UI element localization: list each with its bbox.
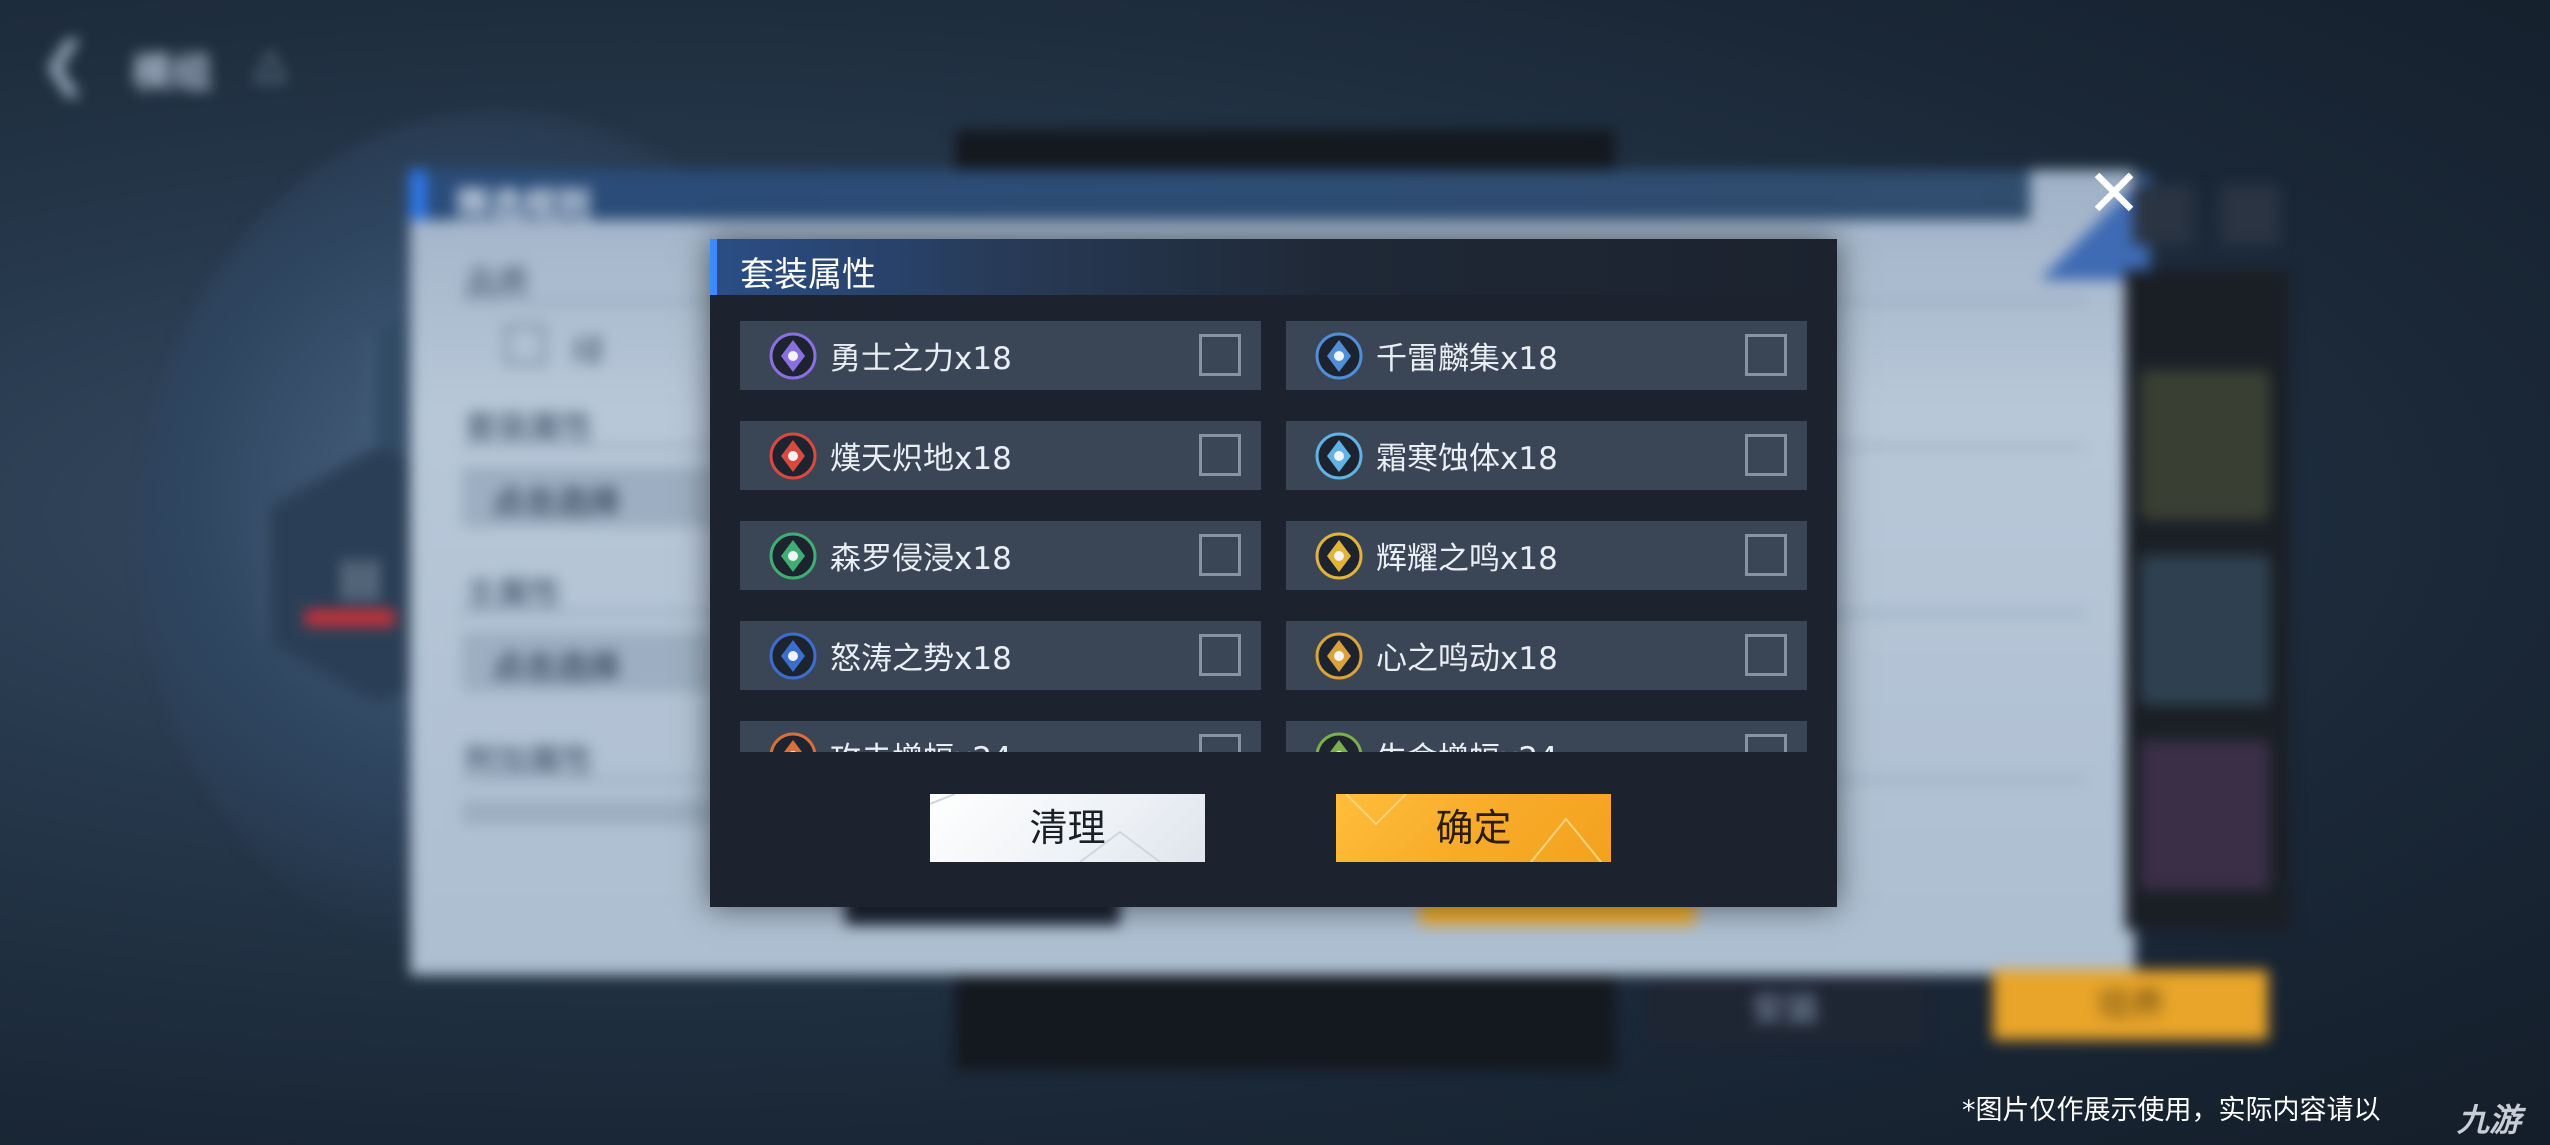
- module-item: [2140, 370, 2270, 520]
- set-option[interactable]: 怒涛之势x18: [740, 621, 1261, 690]
- confirm-button[interactable]: 确定: [1336, 794, 1611, 862]
- clear-button[interactable]: 清理: [930, 794, 1205, 862]
- frost-erosion-icon: [1315, 432, 1363, 479]
- set-option-checkbox[interactable]: [1745, 634, 1787, 676]
- close-icon[interactable]: ✕: [2084, 161, 2144, 227]
- confirm-button-label: 确定: [1435, 806, 1512, 850]
- filter-label-extra: 附加属性: [465, 741, 594, 779]
- set-option[interactable]: 千雷麟集x18: [1286, 321, 1807, 390]
- clear-button-label: 清理: [1029, 806, 1106, 850]
- set-option-checkbox[interactable]: [1745, 534, 1787, 576]
- dialog-title: 套装属性: [740, 255, 876, 295]
- module-item: [2140, 740, 2270, 890]
- set-option-label: 霜寒蚀体x18: [1376, 441, 1558, 477]
- life-boost-icon: [1315, 732, 1363, 752]
- attack-boost-icon: [769, 732, 817, 752]
- dialog-header-accent: [710, 239, 717, 295]
- filter-icon: [2220, 185, 2280, 245]
- set-option-label: 勇士之力x18: [830, 341, 1012, 377]
- set-option[interactable]: 森罗侵浸x18: [740, 521, 1261, 590]
- hex-level-icon: |||: [340, 555, 381, 601]
- option-list-viewport[interactable]: 勇士之力x18 千雷麟集x18 熯天炽地x18 霜寒蚀体x18 森罗侵浸x18 辉耀之鸣x…: [740, 321, 1807, 752]
- set-option-checkbox[interactable]: [1745, 434, 1787, 476]
- set-option[interactable]: 霜寒蚀体x18: [1286, 421, 1807, 490]
- quality-green-label: 绿: [572, 332, 605, 370]
- filter-label-main: 主属性: [465, 574, 562, 612]
- site-watermark: 九游: [2457, 1101, 2522, 1139]
- dialog-header: [710, 239, 1837, 295]
- set-option-label: 辉耀之鸣x18: [1376, 541, 1558, 577]
- set-option-label: 心之鸣动x18: [1376, 641, 1558, 677]
- set-option-checkbox[interactable]: [1745, 334, 1787, 376]
- set-option[interactable]: 勇士之力x18: [740, 321, 1261, 390]
- raging-wave-icon: [769, 632, 817, 679]
- blazing-sky-icon: [769, 432, 817, 479]
- set-option[interactable]: 熯天炽地x18: [740, 421, 1261, 490]
- set-select: 点击选择: [462, 467, 712, 527]
- filter-label-set: 套装属性: [465, 408, 594, 446]
- set-option[interactable]: 心之鸣动x18: [1286, 621, 1807, 690]
- filter-panel-accent: [410, 170, 426, 220]
- filter-panel-title: 筛选规则: [455, 185, 591, 225]
- set-option[interactable]: 辉耀之鸣x18: [1286, 521, 1807, 590]
- extra-select: [462, 800, 712, 825]
- filter-panel-header: [410, 170, 2030, 220]
- heart-resonance-icon: [1315, 632, 1363, 679]
- quality-checkbox: [505, 325, 545, 365]
- warrior-power-icon: [769, 332, 817, 379]
- set-attribute-dialog: 套装属性 勇士之力x18 千雷麟集x18 熯天炽地x18 霜寒蚀体x18 森罗侵浸x18…: [710, 239, 1837, 907]
- disclaimer-note: *图片仅作展示使用，实际内容请以: [1962, 1095, 2381, 1126]
- set-option-checkbox[interactable]: [1199, 534, 1241, 576]
- hierarchy-icon: △: [255, 40, 286, 86]
- hex-red-bar: [305, 610, 395, 626]
- set-option-label: 森罗侵浸x18: [830, 541, 1012, 577]
- back-arrow-icon: ❮: [40, 29, 89, 97]
- install-button: 安装: [1648, 978, 1923, 1043]
- forest-infiltration-icon: [769, 532, 817, 579]
- cultivate-button: 培养: [1993, 970, 2268, 1040]
- nav-title: 模组: [132, 50, 212, 96]
- set-option[interactable]: 攻击增幅x24: [740, 721, 1261, 752]
- set-option-checkbox[interactable]: [1199, 334, 1241, 376]
- set-option-checkbox[interactable]: [1745, 734, 1787, 752]
- main-select: 点击选择: [462, 632, 712, 692]
- module-item: [2140, 555, 2270, 705]
- set-option-checkbox[interactable]: [1199, 434, 1241, 476]
- set-option[interactable]: 生命增幅x24: [1286, 721, 1807, 752]
- thunder-gather-icon: [1315, 332, 1363, 379]
- set-option-label: 怒涛之势x18: [830, 641, 1012, 677]
- set-option-checkbox[interactable]: [1199, 634, 1241, 676]
- filter-label-quality: 品质: [465, 263, 530, 301]
- set-option-label: 攻击增幅x24: [830, 733, 1012, 752]
- set-option-checkbox[interactable]: [1199, 734, 1241, 752]
- set-option-label: 熯天炽地x18: [830, 441, 1012, 477]
- set-option-label: 千雷麟集x18: [1376, 341, 1558, 377]
- set-option-label: 生命增幅x24: [1376, 733, 1558, 752]
- option-grid: 勇士之力x18 千雷麟集x18 熯天炽地x18 霜寒蚀体x18 森罗侵浸x18 辉耀之鸣x…: [740, 321, 1807, 752]
- radiant-chime-icon: [1315, 532, 1363, 579]
